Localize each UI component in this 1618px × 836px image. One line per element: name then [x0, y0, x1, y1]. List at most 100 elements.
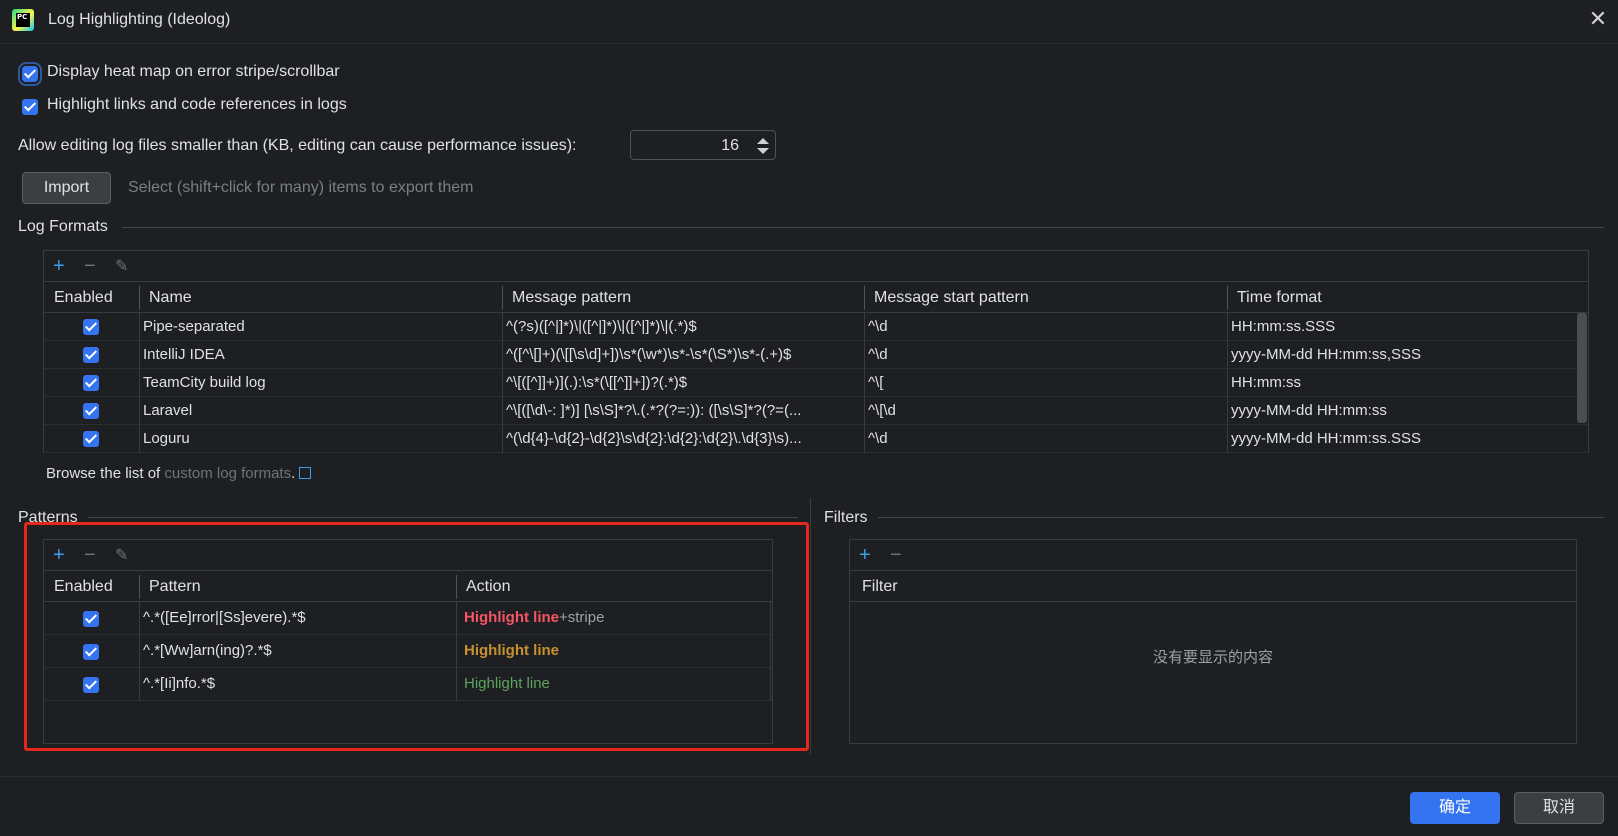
links-checkbox[interactable] [22, 99, 38, 115]
pattern-action: Highlight line [464, 675, 550, 692]
scrollbar-thumb[interactable] [1577, 313, 1587, 423]
log-formats-header: Enabled Name Message pattern Message sta… [44, 281, 1588, 313]
column-header[interactable]: Message start pattern [874, 289, 1029, 307]
column-header[interactable]: Time format [1237, 289, 1322, 307]
add-icon[interactable]: + [53, 545, 65, 565]
log-formats-panel: + − ✎ Enabled Name Message pattern Messa… [43, 250, 1589, 453]
format-name: Loguru [143, 430, 190, 447]
spin-up-icon[interactable] [757, 138, 769, 144]
footer-divider [0, 776, 1618, 777]
column-header[interactable]: Message pattern [512, 289, 631, 307]
row-enabled-checkbox[interactable] [83, 347, 99, 363]
format-start-pattern: ^\[ [868, 374, 884, 391]
close-icon[interactable]: ✕ [1586, 6, 1610, 34]
import-hint: Select (shift+click for many) items to e… [128, 179, 474, 196]
table-row[interactable]: ^.*[Ww]arn(ing)?.*$ Highlight line [44, 635, 772, 668]
column-separator [864, 286, 865, 310]
browse-line: Browse the list of custom log formats. [46, 465, 312, 482]
ok-button[interactable]: 确定 [1410, 792, 1500, 824]
table-row[interactable]: Laravel ^\[([\d\-: ]*)] [\s\S]*?\.(.*?(?… [44, 397, 1588, 425]
column-separator [502, 286, 503, 310]
browse-prefix: Browse the list of [46, 465, 161, 482]
remove-icon[interactable]: − [84, 545, 96, 565]
format-start-pattern: ^\d [868, 318, 888, 335]
column-separator [864, 313, 865, 453]
custom-log-formats-link[interactable]: custom log formats [164, 465, 291, 482]
remove-icon[interactable]: − [84, 256, 96, 276]
edit-icon[interactable]: ✎ [115, 257, 128, 277]
section-divider [878, 517, 1604, 518]
heatmap-checkbox[interactable] [18, 62, 42, 86]
filters-title: Filters [824, 509, 868, 526]
format-pattern: ^(\d{4}-\d{2}-\d{2}\s\d{2}:\d{2}:\d{2}\.… [506, 430, 802, 447]
add-icon[interactable]: + [53, 256, 65, 276]
remove-icon[interactable]: − [890, 545, 902, 565]
column-separator [456, 602, 457, 701]
patterns-header: Enabled Pattern Action [44, 570, 772, 602]
format-name: IntelliJ IDEA [143, 346, 225, 363]
edit-icon[interactable]: ✎ [115, 546, 128, 566]
patterns-title: Patterns [18, 509, 78, 526]
row-enabled-checkbox[interactable] [83, 677, 99, 693]
section-divider [122, 227, 1604, 228]
column-separator [1227, 313, 1228, 453]
format-time: HH:mm:ss.SSS [1231, 318, 1336, 335]
filters-header: Filter [850, 570, 1576, 602]
row-enabled-checkbox[interactable] [83, 611, 99, 627]
heatmap-label: Display heat map on error stripe/scrollb… [47, 63, 340, 80]
vertical-divider [810, 498, 811, 754]
dialog-title: Log Highlighting (Ideolog) [48, 11, 231, 28]
spin-down-icon[interactable] [757, 148, 769, 154]
column-header[interactable]: Enabled [54, 289, 113, 307]
column-separator [139, 286, 140, 310]
table-row[interactable]: ^.*([Ee]rror|[Ss]evere).*$ Highlight lin… [44, 602, 772, 635]
column-separator [139, 313, 140, 453]
action-extra: +stripe [559, 609, 605, 626]
row-enabled-checkbox[interactable] [83, 644, 99, 660]
pattern-text: ^.*[Ii]nfo.*$ [143, 675, 216, 692]
format-pattern: ^(?s)([^|]*)\|([^|]*)\|([^|]*)\|(.*)$ [506, 318, 697, 335]
pycharm-logo-icon: PC [12, 9, 34, 31]
column-separator [139, 602, 140, 701]
column-separator [770, 602, 771, 701]
row-enabled-checkbox[interactable] [83, 319, 99, 335]
patterns-panel: + − ✎ Enabled Pattern Action ^.*([Ee]rro… [43, 539, 773, 744]
row-enabled-checkbox[interactable] [83, 375, 99, 391]
spinner-value[interactable]: 16 [721, 137, 739, 155]
table-row[interactable]: Loguru ^(\d{4}-\d{2}-\d{2}\s\d{2}:\d{2}:… [44, 425, 1588, 453]
column-separator [502, 313, 503, 453]
column-separator [139, 575, 140, 599]
format-time: yyyy-MM-dd HH:mm:ss,SSS [1231, 346, 1422, 363]
table-row[interactable]: IntelliJ IDEA ^([^\[]+)(\[[\s\d]+])\s*(\… [44, 341, 1588, 369]
pattern-text: ^.*([Ee]rror|[Ss]evere).*$ [143, 609, 306, 626]
format-start-pattern: ^\d [868, 346, 888, 363]
external-link-icon[interactable] [299, 467, 312, 479]
action-main: Highlight line [464, 609, 559, 626]
format-name: TeamCity build log [143, 374, 266, 391]
pattern-action: Highlight line+stripe [464, 609, 764, 626]
column-header[interactable]: Pattern [149, 578, 201, 596]
format-pattern: ^\[([\d\-: ]*)] [\s\S]*?\.(.*?(?=:)): ([… [506, 402, 802, 419]
format-time: HH:mm:ss [1231, 374, 1301, 391]
table-row[interactable]: Pipe-separated ^(?s)([^|]*)\|([^|]*)\|([… [44, 313, 1588, 341]
row-enabled-checkbox[interactable] [83, 431, 99, 447]
column-separator [456, 575, 457, 599]
editing-size-spinner[interactable]: 16 [630, 130, 776, 160]
column-header[interactable]: Enabled [54, 578, 113, 596]
table-row[interactable]: ^.*[Ii]nfo.*$ Highlight line [44, 668, 772, 701]
column-separator [1227, 286, 1228, 310]
editing-label: Allow editing log files smaller than (KB… [18, 137, 577, 154]
pattern-text: ^.*[Ww]arn(ing)?.*$ [143, 642, 272, 659]
add-icon[interactable]: + [859, 545, 871, 565]
cancel-button[interactable]: 取消 [1514, 792, 1604, 824]
import-button[interactable]: Import [22, 172, 111, 204]
format-time: yyyy-MM-dd HH:mm:ss.SSS [1231, 430, 1422, 447]
row-enabled-checkbox[interactable] [83, 403, 99, 419]
pattern-action: Highlight line [464, 642, 559, 659]
column-header[interactable]: Action [466, 578, 510, 596]
column-header[interactable]: Filter [862, 578, 898, 596]
column-header[interactable]: Name [149, 289, 192, 307]
filters-panel: + − Filter 没有要显示的内容 [849, 539, 1577, 744]
browse-suffix: . [291, 465, 296, 482]
table-row[interactable]: TeamCity build log ^\[([^]]+)](.):\s*(\[… [44, 369, 1588, 397]
